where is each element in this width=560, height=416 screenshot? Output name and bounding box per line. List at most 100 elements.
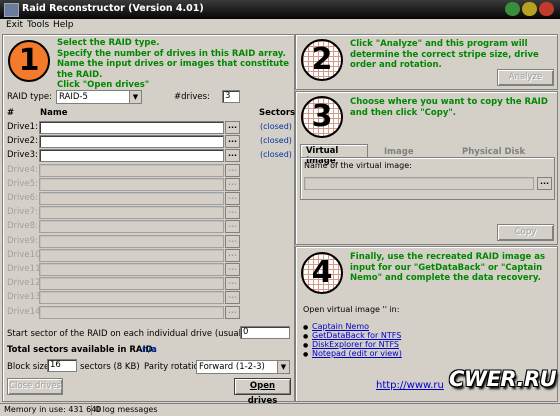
minimize-button[interactable] (505, 2, 520, 16)
maximize-button[interactable] (522, 2, 537, 16)
browse-button[interactable]: ... (225, 277, 240, 291)
drive-name-input[interactable] (39, 277, 224, 291)
drive-name-input[interactable] (39, 121, 224, 134)
step1-line: Specify the number of drives in this RAI… (57, 48, 286, 59)
drive-name-input[interactable] (39, 135, 224, 149)
drive-name-input[interactable] (39, 291, 224, 305)
drive-label: Drive13: (7, 292, 44, 303)
drive-label: Drive14: (7, 306, 44, 317)
drive-name-input[interactable] (39, 192, 224, 205)
block-size-input[interactable]: 16 (47, 359, 77, 372)
total-sectors-value: n/a (142, 345, 157, 355)
drive-status: (closed) (260, 136, 292, 146)
start-sector-label: Start sector of the RAID on each individ… (7, 329, 263, 339)
menu-exit[interactable]: Exit (6, 20, 23, 30)
col-sectors-header: Sectors (259, 108, 296, 118)
window-title: Raid Reconstructor (Version 4.01) (22, 3, 204, 14)
browse-button[interactable]: ... (225, 121, 240, 134)
step4-instructions: Finally, use the recreated RAID image as… (350, 252, 546, 283)
drive-label: Drive4: (7, 164, 38, 175)
close-button[interactable] (539, 2, 554, 16)
link-notepad[interactable]: Notepad (edit or view) (312, 349, 402, 358)
step1-line: Select the RAID type. (57, 38, 160, 48)
drive-label: Drive7: (7, 207, 38, 218)
drive-label: Drive9: (7, 235, 38, 246)
status-divider (91, 405, 92, 415)
browse-button[interactable]: ... (225, 263, 240, 276)
menu-tools[interactable]: Tools (27, 20, 49, 30)
browse-button[interactable]: ... (225, 192, 240, 205)
website-link[interactable]: http://www.ru (376, 380, 444, 391)
bullet-icon: ● (303, 351, 309, 358)
tab-content: Name of the virtual image: ... (300, 157, 555, 200)
browse-button[interactable]: ... (225, 149, 240, 163)
step1-line: Name the input drives or images that con… (57, 59, 290, 80)
title-bar: Raid Reconstructor (Version 4.01) (0, 0, 560, 19)
app-icon (4, 3, 19, 17)
total-sectors-label: Total sectors available in RAID: (7, 345, 157, 355)
raid-type-value: RAID-5 (59, 92, 88, 102)
virtual-image-name-label: Name of the virtual image: (304, 161, 412, 170)
browse-button[interactable]: ... (225, 291, 240, 305)
drive-name-input[interactable] (39, 149, 224, 163)
link-captain-nemo[interactable]: Captain Nemo (312, 322, 369, 331)
drive-label: Drive6: (7, 193, 38, 203)
step3-instructions: Choose where you want to copy the RAID a… (350, 97, 548, 118)
step1-number: 1 (8, 40, 50, 82)
drive-name-input[interactable] (39, 248, 224, 262)
block-size-unit: sectors (8 KB) (80, 362, 140, 372)
parity-rotation-select[interactable]: Forward (1-2-3) ▼ (196, 360, 290, 374)
bullet-icon: ● (303, 342, 309, 349)
copy-button[interactable]: Copy (497, 224, 554, 241)
analyze-button[interactable]: Analyze (497, 69, 554, 86)
drive-name-input[interactable] (39, 163, 224, 177)
drive-label: Drive1: (7, 122, 38, 132)
drives-count-label: #drives: (174, 92, 210, 102)
drive-name-input[interactable] (39, 220, 224, 234)
browse-button[interactable]: ... (225, 163, 240, 177)
browse-button[interactable]: ... (537, 177, 552, 190)
step4-panel: 4 Finally, use the recreated RAID image … (295, 246, 558, 402)
step3-panel: 3 Choose where you want to copy the RAID… (295, 91, 558, 245)
browse-button[interactable]: ... (225, 206, 240, 220)
drive-name-input[interactable] (39, 234, 224, 248)
drive-label: Drive11: (7, 264, 44, 274)
drive-label: Drive12: (7, 278, 44, 289)
tab-image[interactable]: Image (384, 147, 414, 157)
virtual-image-name-input[interactable] (304, 177, 534, 190)
drive-label: Drive10: (7, 249, 44, 260)
browse-button[interactable]: ... (225, 234, 240, 248)
drive-name-input[interactable] (39, 206, 224, 220)
link-diskexplorer-ntfs[interactable]: DiskExplorer for NTFS (312, 340, 399, 349)
drive-label: Drive8: (7, 221, 38, 232)
step2-number: 2 (301, 39, 343, 81)
drive-name-input[interactable] (39, 263, 224, 276)
close-drives-button[interactable]: Close drives (7, 378, 63, 395)
tab-physical-disk[interactable]: Physical Disk (462, 147, 525, 157)
drive-label: Drive2: (7, 136, 38, 147)
raid-type-select[interactable]: RAID-5 ▼ (56, 90, 142, 104)
bullet-icon: ● (303, 324, 309, 331)
tab-virtual-image[interactable]: Virtual Image (300, 144, 368, 166)
step1-line: Click "Open drives" (57, 80, 150, 90)
browse-button[interactable]: ... (225, 248, 240, 262)
link-getdataback-ntfs[interactable]: GetDataBack for NTFS (312, 331, 401, 340)
drive-status: (closed) (260, 150, 292, 160)
browse-button[interactable]: ... (225, 135, 240, 149)
block-size-label: Block size: (7, 362, 53, 372)
chevron-down-icon: ▼ (277, 361, 289, 373)
open-drives-button[interactable]: Open drives (234, 378, 291, 406)
drives-count-input[interactable]: 3 (222, 90, 240, 103)
menu-help[interactable]: Help (53, 20, 74, 30)
browse-button[interactable]: ... (225, 177, 240, 191)
menu-bar: Exit Tools Help (0, 19, 560, 33)
parity-rotation-value: Forward (1-2-3) (199, 362, 265, 372)
col-name-header: Name (40, 108, 68, 118)
start-sector-input[interactable]: 0 (240, 326, 290, 339)
step1-instructions: Select the RAID type. Specify the number… (57, 38, 293, 91)
drive-name-input[interactable] (39, 177, 224, 191)
browse-button[interactable]: ... (225, 220, 240, 234)
drive-name-input[interactable] (39, 305, 224, 319)
col-number-header: # (7, 108, 15, 118)
browse-button[interactable]: ... (225, 305, 240, 319)
